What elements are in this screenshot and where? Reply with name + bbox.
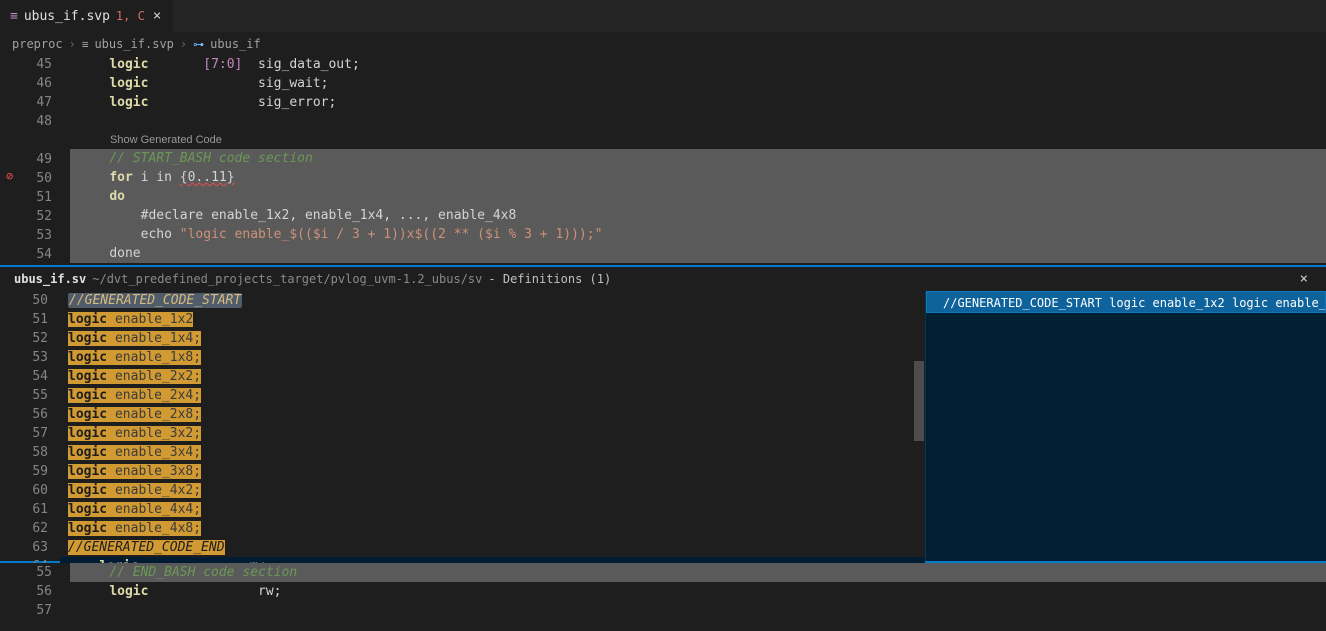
code-line[interactable]: logic enable_4x8; <box>60 519 925 538</box>
line-number[interactable]: 49 <box>0 150 52 169</box>
line-number[interactable]: 55 <box>0 563 52 582</box>
code-line[interactable]: logic sig_wait; <box>70 74 1326 93</box>
line-number[interactable]: 61 <box>0 500 48 519</box>
code-line[interactable]: for i in {0..11} <box>70 168 1326 187</box>
line-number[interactable]: 56 <box>0 405 48 424</box>
tab-label: ubus_if.svp <box>24 9 110 24</box>
line-number[interactable]: 58 <box>0 443 48 462</box>
main-editor-continued[interactable]: 555657 // END_BASH code section logic rw… <box>0 563 1326 631</box>
scrollbar-thumb[interactable] <box>914 361 924 441</box>
peek-view-body: 505152535455565758596061626364 //GENERAT… <box>0 291 1326 563</box>
code-content[interactable]: logic [7:0] sig_data_out; logic sig_wait… <box>70 55 1326 265</box>
code-line[interactable]: logic [7:0] sig_data_out; <box>70 55 1326 74</box>
peek-view-header: ubus_if.sv ~/dvt_predefined_projects_tar… <box>0 265 1326 291</box>
breadcrumb[interactable]: preproc › ≡ ubus_if.svp › ⊶ ubus_if <box>0 33 1326 55</box>
interface-icon: ⊶ <box>193 38 204 51</box>
chevron-right-icon: › <box>180 37 187 51</box>
line-number[interactable]: 55 <box>0 386 48 405</box>
line-number[interactable]: 56 <box>0 582 52 601</box>
breadcrumb-item[interactable]: ubus_if.svp <box>94 37 173 51</box>
code-line[interactable]: do <box>70 187 1326 206</box>
line-number[interactable]: 51 <box>0 188 52 207</box>
line-number[interactable]: 54 <box>0 367 48 386</box>
code-line[interactable]: echo "logic enable_$(($i / 3 + 1))x$((2 … <box>70 225 1326 244</box>
codelens-show-generated[interactable]: Show Generated Code <box>70 131 1326 149</box>
line-number[interactable]: 52 <box>0 207 52 226</box>
gutter[interactable]: 45464748 49⊘5051525354 <box>0 55 70 265</box>
line-number[interactable]: 62 <box>0 519 48 538</box>
code-line[interactable]: // END_BASH code section <box>70 563 1326 582</box>
line-number[interactable]: 57 <box>0 601 52 620</box>
peek-path: ~/dvt_predefined_projects_target/pvlog_u… <box>92 272 482 286</box>
peek-result-item[interactable]: //GENERATED_CODE_START logic enable_1x2 … <box>926 291 1326 313</box>
scrollbar[interactable] <box>913 291 925 561</box>
code-content[interactable]: // END_BASH code section logic rw; <box>70 563 1326 631</box>
line-number[interactable]: 57 <box>0 424 48 443</box>
tab-bar: ≡ ubus_if.svp 1, C × <box>0 0 1326 33</box>
error-icon[interactable]: ⊘ <box>6 169 13 183</box>
code-line[interactable] <box>70 601 1326 620</box>
file-icon: ≡ <box>10 9 18 24</box>
tab-ubus-if[interactable]: ≡ ubus_if.svp 1, C × <box>0 0 174 33</box>
code-line[interactable]: logic enable_3x8; <box>60 462 925 481</box>
code-line[interactable]: logic enable_1x8; <box>60 348 925 367</box>
line-number[interactable]: 60 <box>0 481 48 500</box>
code-line[interactable]: logic enable_4x2; <box>60 481 925 500</box>
gutter[interactable]: 555657 <box>0 563 70 631</box>
code-content[interactable]: //GENERATED_CODE_STARTlogic enable_1x2lo… <box>60 291 925 561</box>
line-number[interactable]: 51 <box>0 310 48 329</box>
close-icon[interactable]: × <box>1296 269 1312 289</box>
line-number[interactable]: 59 <box>0 462 48 481</box>
code-line[interactable]: #declare enable_1x2, enable_1x4, ..., en… <box>70 206 1326 225</box>
main-editor[interactable]: 45464748 49⊘5051525354 logic [7:0] sig_d… <box>0 55 1326 265</box>
line-number[interactable]: 63 <box>0 538 48 557</box>
code-line[interactable]: //GENERATED_CODE_START <box>60 291 925 310</box>
close-icon[interactable]: × <box>151 6 163 26</box>
line-number[interactable]: 45 <box>0 55 52 74</box>
line-number[interactable]: 48 <box>0 112 52 131</box>
peek-results-list[interactable]: //GENERATED_CODE_START logic enable_1x2 … <box>925 291 1326 561</box>
line-number[interactable]: 50 <box>0 291 48 310</box>
editor-area: 45464748 49⊘5051525354 logic [7:0] sig_d… <box>0 55 1326 631</box>
code-line[interactable]: logic enable_3x4; <box>60 443 925 462</box>
peek-editor[interactable]: 505152535455565758596061626364 //GENERAT… <box>0 291 925 561</box>
code-line[interactable]: logic enable_4x4; <box>60 500 925 519</box>
chevron-right-icon: › <box>69 37 76 51</box>
breadcrumb-item[interactable]: preproc <box>12 37 63 51</box>
file-icon: ≡ <box>82 38 89 51</box>
line-number[interactable]: 54 <box>0 245 52 264</box>
line-number[interactable]: 46 <box>0 74 52 93</box>
code-line[interactable]: logic enable_2x4; <box>60 386 925 405</box>
code-line[interactable] <box>70 112 1326 131</box>
tab-modified-indicator: 1, C <box>116 9 145 23</box>
code-line[interactable]: logic enable_1x2 <box>60 310 925 329</box>
peek-title: ubus_if.sv <box>14 272 86 286</box>
code-line[interactable]: logic enable_2x2; <box>60 367 925 386</box>
line-number[interactable]: 52 <box>0 329 48 348</box>
code-line[interactable]: logic enable_1x4; <box>60 329 925 348</box>
breadcrumb-item[interactable]: ubus_if <box>210 37 261 51</box>
peek-definitions-count: - Definitions (1) <box>488 272 611 286</box>
code-line[interactable]: logic enable_2x8; <box>60 405 925 424</box>
gutter[interactable]: 505152535455565758596061626364 <box>0 291 60 561</box>
code-line[interactable]: logic rw; <box>70 582 1326 601</box>
code-line[interactable]: // START_BASH code section <box>70 149 1326 168</box>
line-number[interactable]: 53 <box>0 348 48 367</box>
code-line[interactable]: logic enable_3x2; <box>60 424 925 443</box>
line-number[interactable]: 53 <box>0 226 52 245</box>
code-line[interactable]: done <box>70 244 1326 263</box>
line-number[interactable]: 47 <box>0 93 52 112</box>
code-line[interactable]: //GENERATED_CODE_END <box>60 538 925 557</box>
code-line[interactable]: logic sig_error; <box>70 93 1326 112</box>
